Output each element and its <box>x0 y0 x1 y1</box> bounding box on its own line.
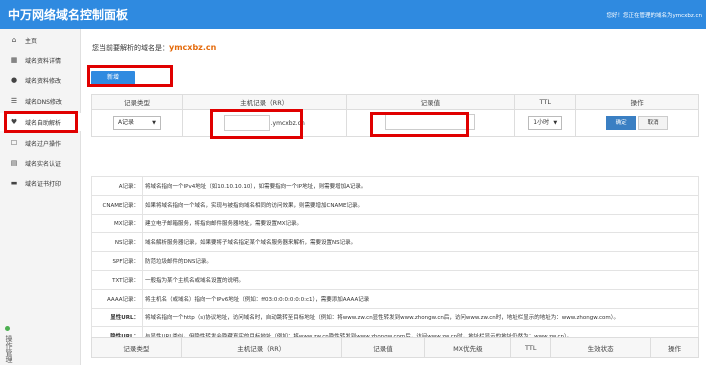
host-record-cell: .ymcxbz.cn <box>181 109 347 137</box>
heart-icon: ♥ <box>10 118 18 126</box>
help-key: MX记录： <box>91 213 143 234</box>
list-icon: ☰ <box>10 97 18 105</box>
record-type-select[interactable]: A记录 ▼ <box>112 116 161 130</box>
sidebar: ⌂ 主页 ▦ 域名资料详情 ● 域名资料修改 ☰ 域名DNS修改 ♥ 域名自助解… <box>0 29 81 365</box>
sidebar-item-label: 域名证书打印 <box>25 180 62 188</box>
help-key: SPF记录： <box>91 251 143 271</box>
sidebar-item-self-resolve[interactable]: ♥ 域名自助解析 <box>0 113 81 131</box>
welcome-text: 您好！您正在管理的域名为ymcxbz.cn <box>606 13 702 19</box>
sidebar-item-domain-edit[interactable]: ● 域名资料修改 <box>0 71 81 89</box>
help-desc: 建立电子邮箱服务，将指向邮件服务器地址，需要设置MX记录。 <box>142 213 699 234</box>
sidebar-item-label: 域名DNS修改 <box>25 98 62 106</box>
record-value-input[interactable] <box>385 114 476 130</box>
record-type-value: A记录 <box>117 119 135 126</box>
column-header: 记录类型 <box>91 94 183 110</box>
column-header: 生效状态 <box>550 337 652 358</box>
domain-suffix: .ymcxbz.cn <box>270 119 305 127</box>
help-row: CNAME记录： 如果将域名指向一个域名，实现与被指向域名相同的访问效果，则需要增… <box>91 194 699 215</box>
column-header: TTL <box>514 94 577 110</box>
help-key: NS记录： <box>91 232 143 253</box>
confirm-button[interactable]: 确定 <box>606 116 637 130</box>
status-dot-icon <box>5 326 10 331</box>
column-header: TTL <box>510 337 552 358</box>
top-bar: 中万网络域名控制面板 您好！您正在管理的域名为ymcxbz.cn <box>0 0 706 29</box>
help-row: AAAA记录： 将主机名（或域名）指向一个IPv6地址（例如：ff03:0:0:0… <box>91 288 699 309</box>
chevron-down-icon: ▼ <box>553 120 558 126</box>
main-content: 您当前要解析的域名是：ymcxbz.cn 新增 记录类型 主机记录（RR） 记录… <box>82 29 706 365</box>
domain-prefix: 您当前要解析的域名是： <box>92 44 169 52</box>
column-header: 主机记录（RR） <box>181 94 347 110</box>
add-record-button[interactable]: 新增 <box>91 71 135 85</box>
id-card-icon: ▤ <box>10 159 18 167</box>
actions-cell: 确定 取消 <box>575 109 699 137</box>
column-header: 操作 <box>650 337 699 358</box>
help-key: A记录： <box>91 176 143 196</box>
help-row: A记录： 将域名指向一个IPv4地址（如10.10.10.10），如需要指向一个I… <box>91 176 699 196</box>
ttl-cell: 1小时 ▼ <box>514 109 577 137</box>
help-row: TXT记录： 一般指为某个主机名或域名设置的说明。 <box>91 269 699 290</box>
column-header: MX优先级 <box>424 337 512 358</box>
column-header: 记录类型 <box>91 337 182 358</box>
column-header: 记录值 <box>345 94 516 110</box>
sidebar-bottom-text[interactable]: 操作管理 <box>4 335 14 363</box>
sidebar-item-certificate[interactable]: ▬ 域名证书打印 <box>0 174 81 192</box>
sidebar-item-domain-details[interactable]: ▦ 域名资料详情 <box>0 51 81 69</box>
app-title: 中万网络域名控制面板 <box>8 8 129 22</box>
help-key: TXT记录： <box>91 269 143 290</box>
sidebar-item-label: 域名资料详情 <box>25 57 62 65</box>
chevron-down-icon: ▼ <box>152 120 156 126</box>
column-header: 操作 <box>575 94 699 110</box>
help-key: CNAME记录： <box>91 194 143 215</box>
help-row: MX记录： 建立电子邮箱服务，将指向邮件服务器地址，需要设置MX记录。 <box>91 213 699 234</box>
record-type-cell: A记录 ▼ <box>91 109 183 137</box>
domain-name: ymcxbz.cn <box>169 43 217 52</box>
column-header: 记录值 <box>340 337 426 358</box>
records-list-table: 记录类型 主机记录（RR） 记录值 MX优先级 TTL 生效状态 操作 <box>91 337 699 358</box>
host-record-input[interactable] <box>223 115 270 131</box>
help-key: 显性URL： <box>91 307 143 328</box>
help-desc: 将域名指向一个http（s)协议地址，访问域名时，自动跳转至目标地址（例如：将w… <box>142 307 699 328</box>
home-icon: ⌂ <box>11 36 17 44</box>
domain-line: 您当前要解析的域名是：ymcxbz.cn <box>92 43 216 53</box>
folder-icon: ▬ <box>10 179 18 187</box>
help-desc: 一般指为某个主机名或域名设置的说明。 <box>142 269 699 290</box>
help-desc: 域名解析服务器记录，如果要将子域名指定某个域名服务器来解析，需要设置NS记录。 <box>142 232 699 253</box>
sidebar-item-label: 域名自助解析 <box>25 119 62 127</box>
sidebar-item-label: 域名实名认证 <box>25 160 62 168</box>
square-icon: ☐ <box>10 139 18 147</box>
sidebar-item-transfer[interactable]: ☐ 域名过户操作 <box>0 134 81 152</box>
record-form-table: 记录类型 主机记录（RR） 记录值 TTL 操作 A记录 ▼ .ymcxbz.cn… <box>91 94 699 137</box>
help-row: NS记录： 域名解析服务器记录，如果要将子域名指定某个域名服务器来解析，需要设置N… <box>91 232 699 253</box>
sidebar-bottom: 操作管理 <box>4 326 14 363</box>
help-desc: 如果将域名指向一个域名，实现与被指向域名相同的访问效果，则需要增加CNAME记录… <box>142 194 699 215</box>
sidebar-item-label: 域名过户操作 <box>25 140 62 148</box>
column-header: 主机记录（RR） <box>180 337 342 358</box>
help-desc: 将域名指向一个IPv4地址（如10.10.10.10），如需要指向一个IP地址，… <box>142 176 699 196</box>
record-value-cell <box>345 109 516 137</box>
record-type-help-table: A记录： 将域名指向一个IPv4地址（如10.10.10.10），如需要指向一个I… <box>91 176 699 347</box>
sidebar-item-label: 域名资料修改 <box>25 77 62 85</box>
sidebar-item-home[interactable]: ⌂ 主页 <box>0 31 81 49</box>
help-key: AAAA记录： <box>91 288 143 309</box>
ttl-value: 1小时 <box>533 119 550 126</box>
help-row: SPF记录： 防范垃圾邮件的DNS记录。 <box>91 251 699 271</box>
cancel-button[interactable]: 取消 <box>638 116 669 130</box>
user-icon: ● <box>10 76 18 84</box>
sidebar-item-real-name[interactable]: ▤ 域名实名认证 <box>0 154 81 172</box>
help-desc: 防范垃圾邮件的DNS记录。 <box>142 251 699 271</box>
grid-icon: ▦ <box>10 56 18 64</box>
ttl-select[interactable]: 1小时 ▼ <box>528 116 563 130</box>
help-desc: 将主机名（或域名）指向一个IPv6地址（例如：ff03:0:0:0:0:0:0:… <box>142 288 699 309</box>
sidebar-item-dns-edit[interactable]: ☰ 域名DNS修改 <box>0 92 81 110</box>
help-row: 显性URL： 将域名指向一个http（s)协议地址，访问域名时，自动跳转至目标地址… <box>91 307 699 328</box>
sidebar-item-label: 主页 <box>25 37 38 45</box>
